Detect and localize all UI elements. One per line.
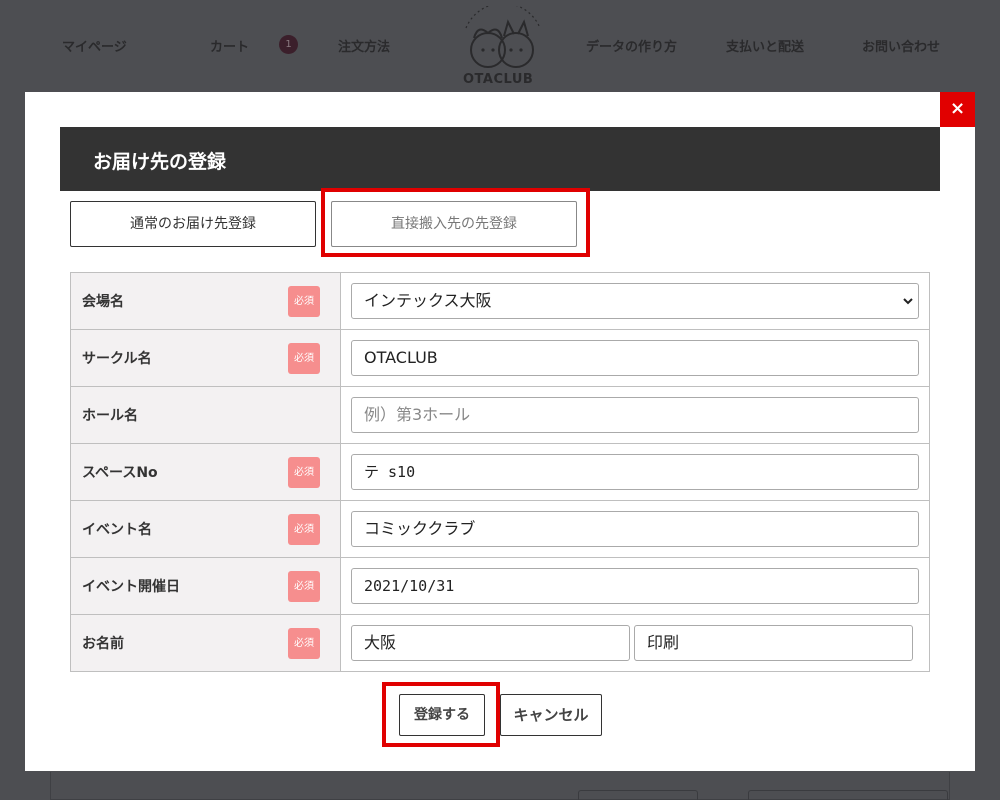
form-row-event: イベント名 必須 コミッククラブ xyxy=(70,500,930,558)
required-badge: 必須 xyxy=(288,514,320,545)
name-label: お名前 xyxy=(82,636,124,652)
required-badge: 必須 xyxy=(288,286,320,317)
nav-mypage[interactable]: マイページ xyxy=(62,36,127,55)
venue-select[interactable]: インテックス大阪 xyxy=(351,283,919,319)
site-logo[interactable]: OTACLUB xyxy=(448,2,558,90)
close-icon[interactable]: × xyxy=(940,92,975,127)
event-name-input[interactable]: コミッククラブ xyxy=(351,511,919,547)
nav-order-method[interactable]: 注文方法 xyxy=(338,36,390,55)
form-row-venue: 会場名 必須 インテックス大阪 xyxy=(70,272,930,330)
space-label: スペースNo xyxy=(82,465,158,481)
nav-cart[interactable]: カート xyxy=(210,36,249,55)
nav-payment-shipping[interactable]: 支払いと配送 xyxy=(726,36,804,55)
required-badge: 必須 xyxy=(288,628,320,659)
required-badge: 必須 xyxy=(288,457,320,488)
site-nav: マイページ カート 1 注文方法 データの作り方 支払いと配送 お問い合わせ O… xyxy=(0,0,1000,92)
required-badge: 必須 xyxy=(288,571,320,602)
space-number-input[interactable]: テ s10 xyxy=(351,454,919,490)
circle-label: サークル名 xyxy=(82,351,152,367)
date-label: イベント開催日 xyxy=(82,579,180,595)
logo-text: OTACLUB xyxy=(463,72,534,87)
required-badge: 必須 xyxy=(288,343,320,374)
address-form-table: 会場名 必須 インテックス大阪 サークル名 必須 OTACLUB ホール名 例）… xyxy=(70,272,930,672)
form-row-name: お名前 必須 大阪 印刷 xyxy=(70,614,930,672)
cart-count-badge: 1 xyxy=(279,35,298,54)
last-name-input[interactable]: 大阪 xyxy=(351,625,630,661)
highlight-box xyxy=(321,188,590,257)
cancel-button[interactable]: キャンセル xyxy=(500,694,602,736)
background-button xyxy=(748,790,948,800)
logo-mascot-icon xyxy=(465,2,541,68)
nav-contact[interactable]: お問い合わせ xyxy=(862,36,940,55)
hall-name-input[interactable]: 例）第3ホール xyxy=(351,397,919,433)
form-row-space: スペースNo 必須 テ s10 xyxy=(70,443,930,501)
tab-normal-address[interactable]: 通常のお届け先登録 xyxy=(70,201,316,247)
event-date-input[interactable]: 2021/10/31 xyxy=(351,568,919,604)
address-registration-modal: お届け先の登録 通常のお届け先登録 直接搬入先の先登録 会場名 必須 インテック… xyxy=(25,92,975,771)
circle-name-input[interactable]: OTACLUB xyxy=(351,340,919,376)
background-button xyxy=(578,790,698,800)
hall-label: ホール名 xyxy=(82,408,138,424)
nav-data-guide[interactable]: データの作り方 xyxy=(586,36,677,55)
form-row-circle: サークル名 必須 OTACLUB xyxy=(70,329,930,387)
modal-header: お届け先の登録 xyxy=(60,127,940,191)
venue-label: 会場名 xyxy=(82,294,124,310)
form-row-date: イベント開催日 必須 2021/10/31 xyxy=(70,557,930,615)
first-name-input[interactable]: 印刷 xyxy=(634,625,913,661)
chevron-down-icon xyxy=(902,290,914,324)
modal-title: お届け先の登録 xyxy=(93,151,227,173)
form-row-hall: ホール名 例）第3ホール xyxy=(70,386,930,444)
highlight-box xyxy=(382,682,500,747)
event-label: イベント名 xyxy=(82,522,152,538)
